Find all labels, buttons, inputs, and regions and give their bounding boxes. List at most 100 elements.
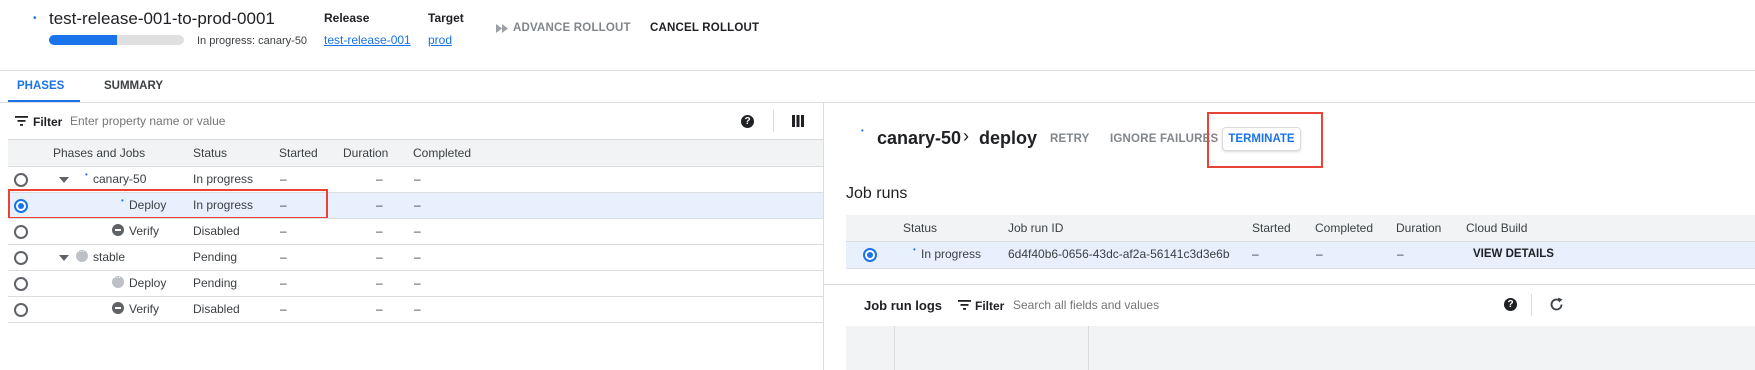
status-dot-icon: • bbox=[33, 13, 37, 24]
target-link[interactable]: prod bbox=[428, 33, 452, 47]
filter-icon bbox=[958, 300, 971, 310]
column-header-cloud-build: Cloud Build bbox=[1466, 221, 1528, 235]
target-label: Target bbox=[428, 11, 464, 25]
phase-started: – bbox=[280, 172, 287, 186]
job-status: Disabled bbox=[193, 224, 240, 238]
phase-duration: – bbox=[376, 172, 383, 186]
chevron-down-icon[interactable] bbox=[59, 177, 69, 183]
rollout-progress-fill bbox=[49, 35, 117, 45]
row-divider bbox=[8, 218, 823, 219]
column-header-duration: Duration bbox=[1396, 221, 1442, 235]
view-details-button[interactable]: VIEW DETAILS bbox=[1473, 248, 1554, 260]
logs-column-divider bbox=[1088, 326, 1089, 370]
tabs-divider bbox=[0, 102, 1755, 103]
header-divider bbox=[0, 70, 1755, 71]
column-header-job-run-id: Job run ID bbox=[1008, 221, 1064, 235]
pending-icon bbox=[112, 272, 124, 288]
tab-phases[interactable]: PHASES bbox=[17, 80, 64, 92]
rollout-status-text: In progress: canary-50 bbox=[197, 35, 308, 47]
logs-filter-label: Filter bbox=[975, 299, 1005, 313]
row-divider bbox=[8, 296, 823, 297]
job-run-started: – bbox=[1252, 247, 1259, 261]
row-divider bbox=[8, 322, 823, 323]
job-duration: – bbox=[376, 276, 383, 290]
job-run-completed: – bbox=[1316, 247, 1323, 261]
job-started: – bbox=[280, 224, 287, 238]
rollout-progress-bar bbox=[49, 35, 184, 45]
cancel-rollout-button[interactable]: CANCEL ROLLOUT bbox=[650, 22, 759, 34]
column-header-started: Started bbox=[279, 146, 318, 160]
fast-forward-icon bbox=[496, 23, 508, 33]
job-run-select-radio[interactable] bbox=[863, 248, 877, 262]
highlight-annotation bbox=[1207, 112, 1323, 168]
toolbar-divider bbox=[773, 110, 774, 132]
highlight-annotation bbox=[8, 189, 328, 219]
job-status: Pending bbox=[193, 276, 238, 290]
column-header-status: Status bbox=[193, 146, 228, 160]
row-divider bbox=[846, 241, 1755, 242]
column-display-icon[interactable] bbox=[792, 115, 804, 127]
phase-name: stable bbox=[93, 250, 126, 264]
logs-filter-input[interactable] bbox=[1013, 297, 1313, 313]
job-run-id: 6d4f40b6-0656-43dc-af2a-56141c3d3e6b bbox=[1008, 247, 1230, 261]
filter-input[interactable] bbox=[70, 113, 370, 129]
advance-rollout-label: ADVANCE ROLLOUT bbox=[513, 22, 631, 34]
column-header-completed: Completed bbox=[1315, 221, 1374, 235]
job-started: – bbox=[280, 276, 287, 290]
advance-rollout-button[interactable]: ADVANCE ROLLOUT bbox=[496, 22, 631, 34]
tab-summary[interactable]: SUMMARY bbox=[104, 80, 163, 92]
row-select-radio[interactable] bbox=[14, 303, 28, 317]
job-started: – bbox=[280, 302, 287, 316]
row-divider bbox=[8, 166, 823, 167]
logs-table-header bbox=[846, 326, 1755, 370]
phase-completed: – bbox=[414, 250, 421, 264]
job-name: Verify bbox=[129, 302, 160, 316]
column-header-completed: Completed bbox=[413, 146, 472, 160]
job-completed: – bbox=[414, 198, 421, 212]
pane-divider bbox=[823, 103, 824, 370]
filter-icon bbox=[15, 116, 28, 126]
phase-name: canary-50 bbox=[93, 172, 147, 186]
toolbar-divider bbox=[1531, 294, 1532, 316]
help-icon[interactable]: ? bbox=[1504, 298, 1517, 311]
logs-column-divider bbox=[894, 326, 895, 370]
job-run-logs-title: Job run logs bbox=[864, 298, 942, 313]
ignore-failures-button[interactable]: IGNORE FAILURES bbox=[1110, 133, 1218, 145]
row-select-radio[interactable] bbox=[14, 173, 28, 187]
row-divider bbox=[8, 244, 823, 245]
job-completed: – bbox=[414, 302, 421, 316]
phase-status: In progress bbox=[193, 172, 254, 186]
job-duration: – bbox=[376, 198, 383, 212]
phase-duration: – bbox=[376, 250, 383, 264]
column-header-started: Started bbox=[1252, 221, 1291, 235]
row-divider bbox=[8, 270, 823, 271]
chevron-down-icon[interactable] bbox=[59, 255, 69, 261]
release-label: Release bbox=[324, 11, 370, 25]
rollout-title: test-release-001-to-prod-0001 bbox=[49, 9, 275, 28]
row-select-radio[interactable] bbox=[14, 225, 28, 239]
phase-status: Pending bbox=[193, 250, 238, 264]
table-top-border bbox=[8, 139, 823, 140]
row-select-radio[interactable] bbox=[14, 251, 28, 265]
job-run-row[interactable] bbox=[846, 241, 1755, 268]
disabled-icon bbox=[112, 302, 124, 314]
logs-divider bbox=[824, 284, 1755, 285]
help-icon[interactable]: ? bbox=[741, 115, 754, 128]
in-progress-icon: • bbox=[861, 126, 864, 135]
filter-label: Filter bbox=[33, 115, 63, 129]
job-name: Deploy bbox=[129, 276, 167, 290]
refresh-icon[interactable] bbox=[1549, 297, 1564, 312]
row-select-radio[interactable] bbox=[14, 277, 28, 291]
detail-phase-name: canary-50 bbox=[877, 128, 962, 148]
job-runs-title: Job runs bbox=[846, 185, 908, 202]
phase-started: – bbox=[280, 250, 287, 264]
job-completed: – bbox=[414, 276, 421, 290]
job-completed: – bbox=[414, 224, 421, 238]
row-divider bbox=[846, 268, 1755, 269]
disabled-icon bbox=[112, 224, 124, 236]
retry-button[interactable]: RETRY bbox=[1050, 133, 1090, 145]
job-runs-table-header bbox=[846, 215, 1755, 241]
job-status: Disabled bbox=[193, 302, 240, 316]
phase-completed: – bbox=[414, 172, 421, 186]
release-link[interactable]: test-release-001 bbox=[324, 33, 411, 47]
